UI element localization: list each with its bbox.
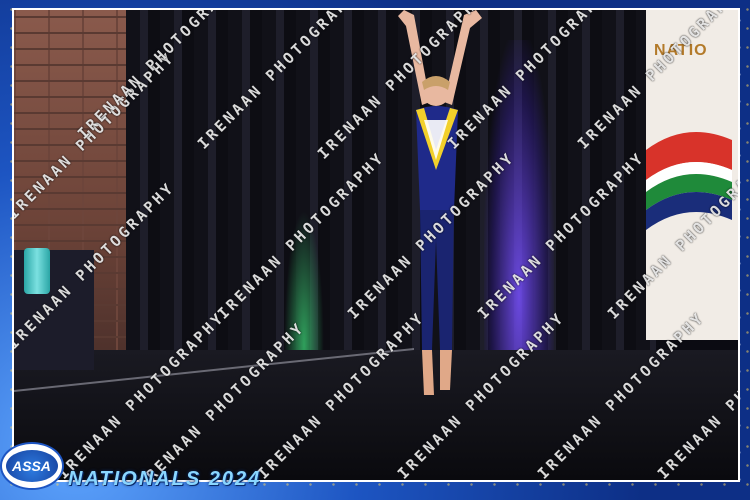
photo-frame: NATIO IRENAAN PHOTOGRAPHY IRENAAN PHOTOG… — [0, 0, 750, 500]
event-title: NATIONALS 2024 — [68, 468, 262, 490]
green-uplight — [284, 210, 324, 360]
nationals-banner: NATIO — [646, 10, 738, 340]
trophy-icon — [24, 248, 50, 294]
assa-logo: ASSA — [2, 444, 62, 488]
flag-graphic — [646, 132, 732, 230]
logo-text: ASSA — [12, 458, 51, 474]
purple-uplight — [484, 40, 554, 360]
stage-floor — [14, 350, 738, 480]
gymnast-figure — [398, 10, 482, 395]
event-photo: NATIO IRENAAN PHOTOGRAPHY IRENAAN PHOTOG… — [14, 10, 738, 480]
banner-text: NATIO — [654, 42, 708, 59]
